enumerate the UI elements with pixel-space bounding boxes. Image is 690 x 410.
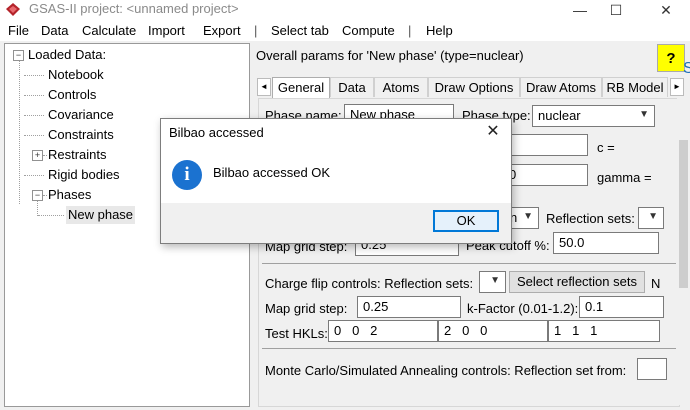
panel-title: Overall params for 'New phase' (type=nuc…	[256, 48, 524, 63]
tree-connector	[24, 135, 44, 136]
section-divider	[262, 348, 676, 349]
tree-root-loaded-data[interactable]: Loaded Data:	[28, 46, 106, 64]
dialog-title: Bilbao accessed	[169, 125, 264, 140]
tree-item-covariance[interactable]: Covariance	[48, 106, 114, 124]
map-grid-label: Map grid step:	[265, 301, 348, 316]
tree-connector	[37, 200, 38, 216]
test-hkls-label: Test HKLs:	[265, 326, 328, 341]
test-hkl-input-1[interactable]: 0 0 2	[328, 320, 438, 342]
gsas-app-icon	[6, 3, 20, 16]
close-window-button[interactable]: ✕	[644, 0, 688, 20]
tab-draw-atoms[interactable]: Draw Atoms	[520, 77, 602, 97]
menu-file[interactable]: File	[8, 23, 29, 38]
menu-calculate[interactable]: Calculate	[82, 23, 136, 38]
tree-item-constraints[interactable]: Constraints	[48, 126, 114, 144]
menu-export[interactable]: Export	[203, 23, 241, 38]
tab-scroll-left-icon[interactable]: ◄	[257, 78, 271, 96]
charge-flip-label: Charge flip controls: Reflection sets:	[265, 276, 474, 291]
collapse-phases-icon[interactable]: −	[32, 190, 43, 201]
tree-connector	[19, 60, 20, 204]
window-title: GSAS-II project: <unnamed project>	[29, 1, 239, 16]
chevron-down-icon: ▼	[639, 109, 649, 120]
dialog-close-icon[interactable]: ✕	[483, 122, 503, 142]
clipped-edge-text: S	[683, 60, 690, 77]
expand-restraints-icon[interactable]: +	[32, 150, 43, 161]
menu-select-tab[interactable]: Select tab	[271, 23, 329, 38]
cell-c-label: c =	[597, 140, 615, 155]
tab-strip: ◄ General Data Atoms Draw Options Draw A…	[256, 77, 686, 98]
menu-compute[interactable]: Compute	[342, 23, 395, 38]
clipped-label-n: N	[651, 276, 661, 291]
tree-connector	[24, 115, 44, 116]
tree-connector	[38, 215, 64, 216]
collapse-root-icon[interactable]: −	[13, 50, 24, 61]
peak-cutoff-input[interactable]: 50.0	[553, 232, 659, 254]
tree-connector	[43, 195, 47, 196]
menu-separator: |	[408, 23, 412, 38]
phase-type-select[interactable]: nuclear ▼	[532, 105, 655, 127]
menu-import[interactable]: Import	[148, 23, 185, 38]
tab-scroll-right-icon[interactable]: ►	[670, 78, 684, 96]
test-hkl-input-2[interactable]: 2 0 0	[438, 320, 548, 342]
help-button[interactable]: ?	[657, 44, 685, 72]
tree-item-phases[interactable]: Phases	[48, 186, 91, 204]
tree-item-controls[interactable]: Controls	[48, 86, 96, 104]
cell-gamma-label: gamma =	[597, 170, 652, 185]
tree-item-notebook[interactable]: Notebook	[48, 66, 104, 84]
tree-connector	[43, 155, 47, 156]
k-factor-label: k-Factor (0.01-1.2):	[467, 301, 579, 316]
tab-atoms[interactable]: Atoms	[374, 77, 428, 97]
scrollbar-thumb[interactable]	[679, 140, 688, 288]
tree-connector	[24, 175, 44, 176]
tree-connector	[24, 95, 44, 96]
map-grid-input[interactable]: 0.25	[357, 296, 461, 318]
ok-button[interactable]: OK	[433, 210, 499, 232]
select-reflection-sets-button[interactable]: Select reflection sets	[509, 271, 645, 293]
tree-item-restraints[interactable]: Restraints	[48, 146, 107, 164]
tree-connector	[24, 75, 44, 76]
section-divider	[262, 263, 676, 264]
maximize-button[interactable]: ☐	[594, 0, 638, 20]
tab-data[interactable]: Data	[330, 77, 374, 97]
bilbao-dialog: Bilbao accessed ✕ i Bilbao accessed OK O…	[160, 118, 512, 244]
monte-carlo-reflection-select[interactable]	[637, 358, 667, 380]
menu-data[interactable]: Data	[41, 23, 68, 38]
charge-flip-reflection-select[interactable]: ▼	[479, 271, 506, 293]
tree-item-new-phase[interactable]: New phase	[66, 206, 136, 224]
menu-separator: |	[254, 23, 258, 38]
test-hkl-input-3[interactable]: 1 1 1	[548, 320, 660, 342]
menu-help[interactable]: Help	[426, 23, 453, 38]
chevron-down-icon: ▼	[648, 211, 658, 222]
tab-rb-model[interactable]: RB Model	[602, 77, 668, 97]
tab-draw-options[interactable]: Draw Options	[428, 77, 520, 97]
chevron-down-icon: ▼	[490, 275, 500, 286]
chevron-down-icon: ▼	[523, 211, 533, 222]
monte-carlo-label: Monte Carlo/Simulated Annealing controls…	[265, 363, 627, 378]
fourier-reflection-sets-label: Reflection sets:	[546, 211, 635, 226]
tab-general[interactable]: General	[272, 77, 330, 98]
info-icon: i	[172, 160, 202, 190]
tree-item-rigid-bodies[interactable]: Rigid bodies	[48, 166, 120, 184]
dialog-message: Bilbao accessed OK	[213, 165, 331, 180]
phase-type-value: nuclear	[538, 108, 581, 123]
fourier-reflection-sets-select[interactable]: ▼	[638, 207, 664, 229]
k-factor-input[interactable]: 0.1	[579, 296, 664, 318]
